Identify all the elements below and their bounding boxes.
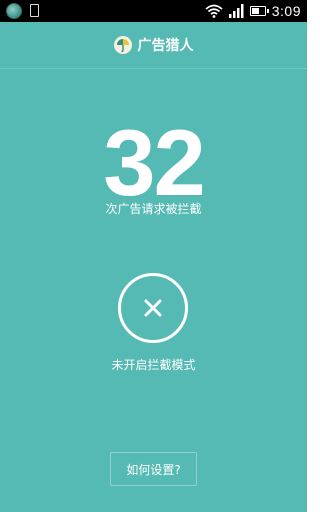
sd-card-icon [30,4,39,17]
status-bar: 3:09 [0,0,307,22]
battery-level-fill [251,8,260,14]
blocked-count-caption: 次广告请求被拦截 [105,202,202,216]
umbrella-logo-icon [113,36,132,54]
app-title: 广告猎人 [137,38,194,54]
signal-icon [228,4,244,18]
blocked-count: 32 [103,110,206,215]
battery-icon [249,6,269,16]
blocking-status-toggle[interactable] [118,273,188,343]
wifi-icon [205,4,223,18]
close-x-icon [144,299,162,317]
header-divider [0,68,307,69]
status-bar-right: 3:09 [205,0,301,22]
clock-time: 3:09 [271,3,301,19]
blocking-mode-status: 未开启拦截模式 [111,358,196,372]
app-screen: 3:09 广告猎人 32 次广告请求被拦截 未开启拦截模式 如何设置? [0,0,307,512]
app-title-bar: 广告猎人 [0,22,307,68]
how-to-setup-button[interactable]: 如何设置? [110,452,197,486]
app-notification-icon [6,3,22,19]
